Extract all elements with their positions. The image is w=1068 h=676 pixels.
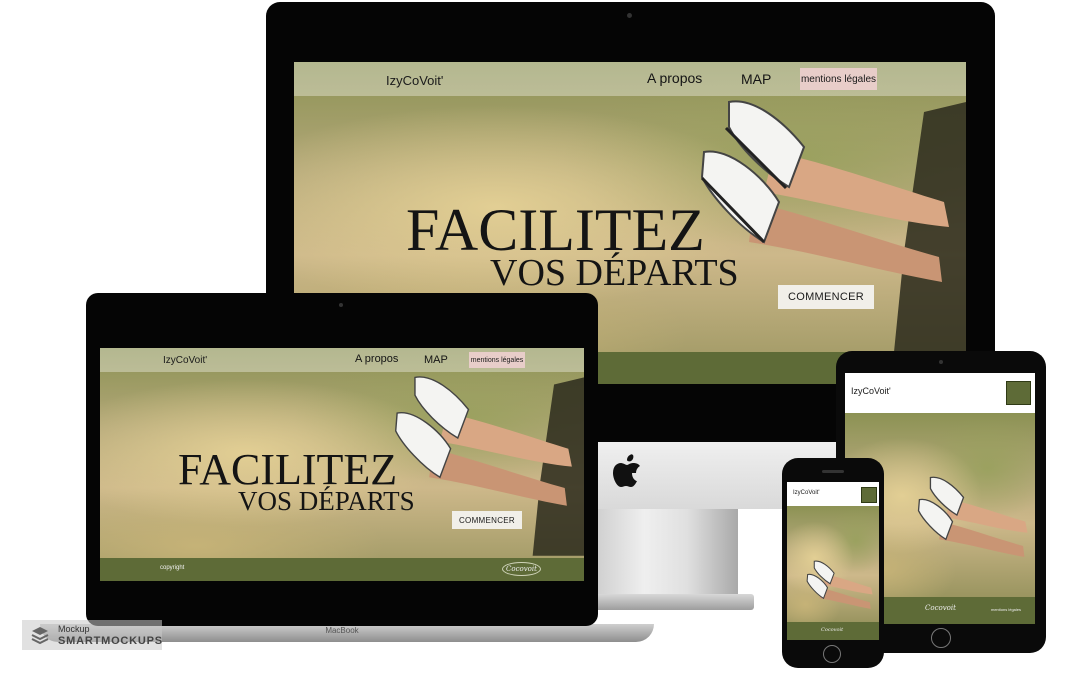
macbook-camera — [339, 303, 343, 307]
iphone-header: IzyCoVoit' — [787, 482, 879, 506]
watermark-line2: SMARTMOCKUPS — [58, 635, 163, 647]
iphone-speaker — [822, 470, 844, 473]
ipad-brand-logo[interactable]: IzyCoVoit' — [851, 386, 891, 396]
imac-headline-line1: FACILITEZ — [406, 197, 705, 263]
imac-brand-logo[interactable]: IzyCoVoit' — [386, 73, 443, 88]
ipad-home-button[interactable] — [931, 628, 951, 648]
macbook-brand-logo[interactable]: IzyCoVoit' — [163, 355, 207, 366]
macbook-nav-legal-button[interactable]: mentions légales — [469, 352, 525, 368]
macbook-cta-button[interactable]: COMMENCER — [452, 511, 522, 529]
ipad-header: IzyCoVoit' — [845, 373, 1035, 413]
macbook-footer-copyright: copyright — [160, 565, 185, 571]
macbook-footer: copyright Cocovoit — [100, 558, 584, 581]
macbook-headline-line2: VOS DÉPARTS — [238, 486, 415, 516]
ipad-camera — [939, 360, 943, 364]
imac-navbar: IzyCoVoit' A propos MAP mentions légales — [294, 62, 966, 96]
macbook-nav-about[interactable]: A propos — [355, 353, 398, 365]
iphone-home-button[interactable] — [823, 645, 841, 663]
imac-cta-button[interactable]: COMMENCER — [778, 285, 874, 309]
ipad-menu-button[interactable] — [1006, 381, 1031, 405]
macbook-footer-signature: Cocovoit — [502, 562, 541, 576]
ipad-footer-legal[interactable]: mentions légales — [991, 607, 1021, 612]
iphone-website: IzyCoVoit' Cocovoit — [787, 482, 879, 640]
ipad-footer-signature: Cocovoit — [925, 604, 956, 612]
macbook-sneakers-image — [394, 376, 584, 556]
iphone-footer-signature: Cocovoit — [821, 627, 844, 633]
iphone-frame: IzyCoVoit' Cocovoit — [782, 458, 884, 668]
apple-logo-icon — [613, 454, 640, 487]
layers-icon — [31, 627, 49, 645]
iphone-footer: Cocovoit — [787, 622, 879, 640]
imac-nav-about[interactable]: A propos — [647, 70, 702, 86]
iphone-hero — [787, 506, 879, 622]
macbook-screen-frame: IzyCoVoit' A propos MAP mentions légales… — [86, 293, 598, 626]
iphone-brand-logo[interactable]: IzyCoVoit' — [793, 490, 820, 496]
macbook-nav-map[interactable]: MAP — [424, 354, 448, 366]
macbook-label: MacBook — [325, 626, 359, 635]
imac-camera — [627, 13, 632, 18]
ipad-sneakers-image — [917, 476, 1028, 557]
imac-sneakers-image — [700, 100, 966, 352]
imac-headline-line2: VOS DÉPARTS — [490, 252, 739, 294]
iphone-menu-button[interactable] — [861, 487, 877, 503]
macbook-website: IzyCoVoit' A propos MAP mentions légales… — [100, 348, 584, 581]
imac-nav-legal-button[interactable]: mentions légales — [800, 68, 877, 90]
imac-nav-map[interactable]: MAP — [741, 71, 771, 87]
watermark-line1: Mockup — [58, 624, 90, 634]
iphone-sneakers-image — [806, 560, 873, 609]
